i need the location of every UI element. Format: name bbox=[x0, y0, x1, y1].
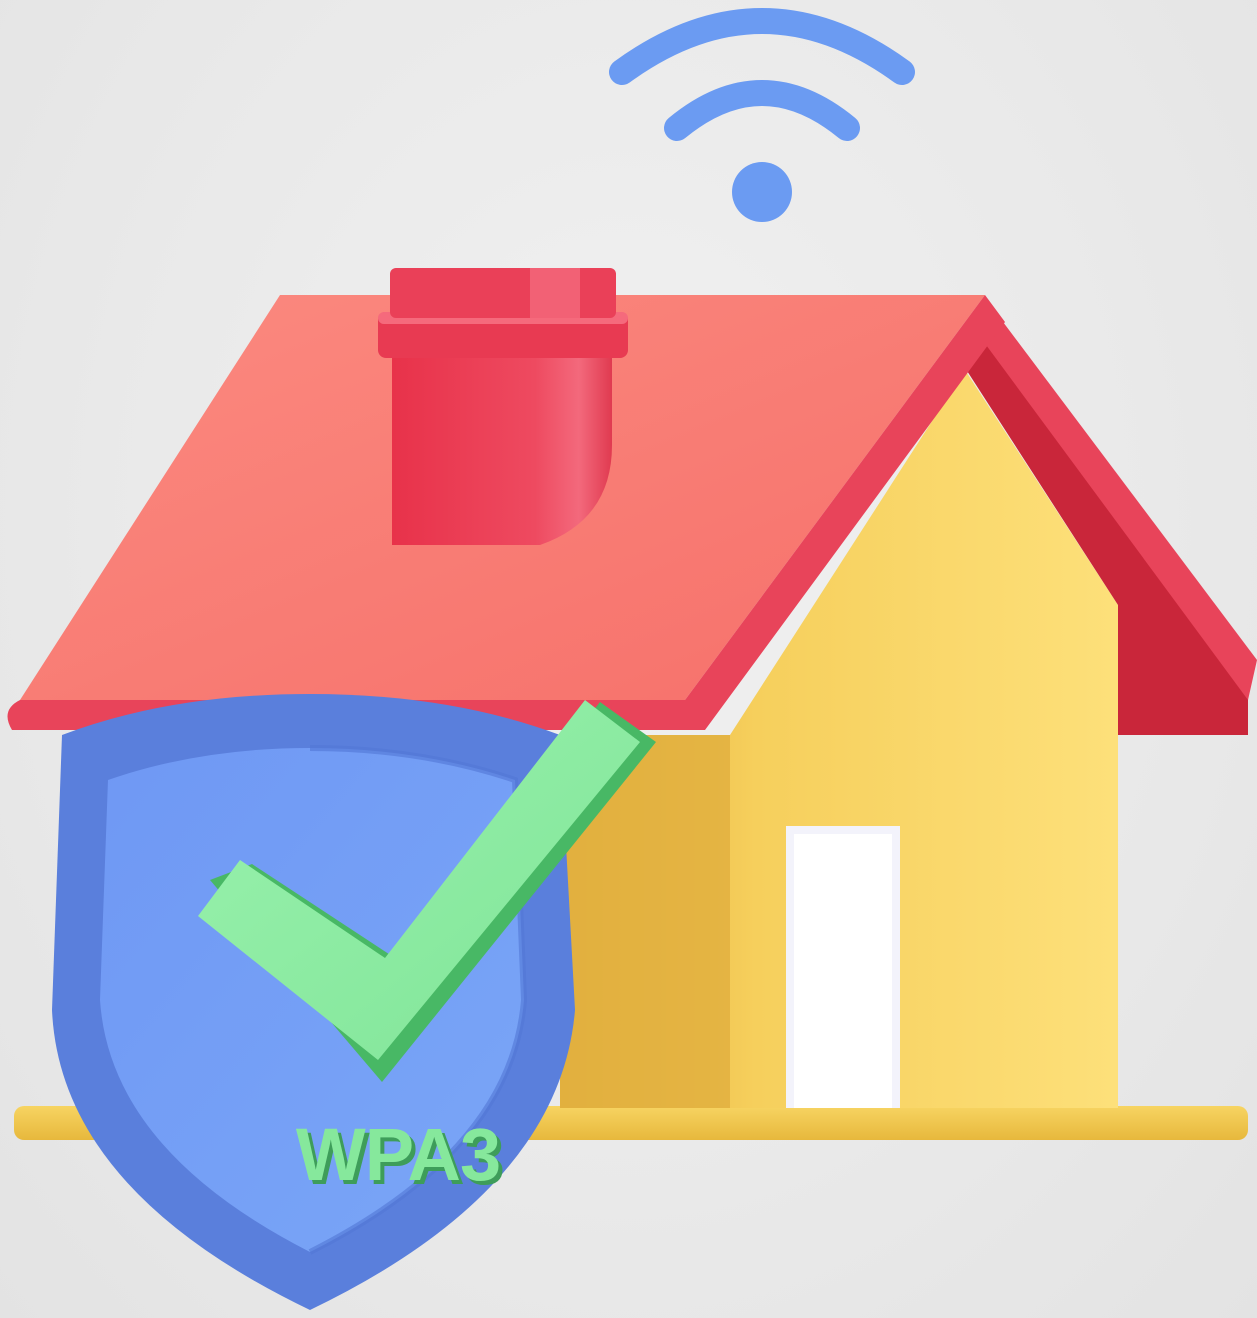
wpa3-label: WPA3 WPA3 bbox=[296, 1113, 505, 1200]
chimney bbox=[378, 268, 628, 545]
wpa3-label-text: WPA3 bbox=[296, 1113, 500, 1196]
door bbox=[786, 826, 900, 1108]
illustration-canvas: WPA3 WPA3 bbox=[7, 8, 1257, 1310]
wifi-icon bbox=[609, 8, 915, 222]
security-illustration: WPA3 WPA3 bbox=[0, 0, 1257, 1318]
